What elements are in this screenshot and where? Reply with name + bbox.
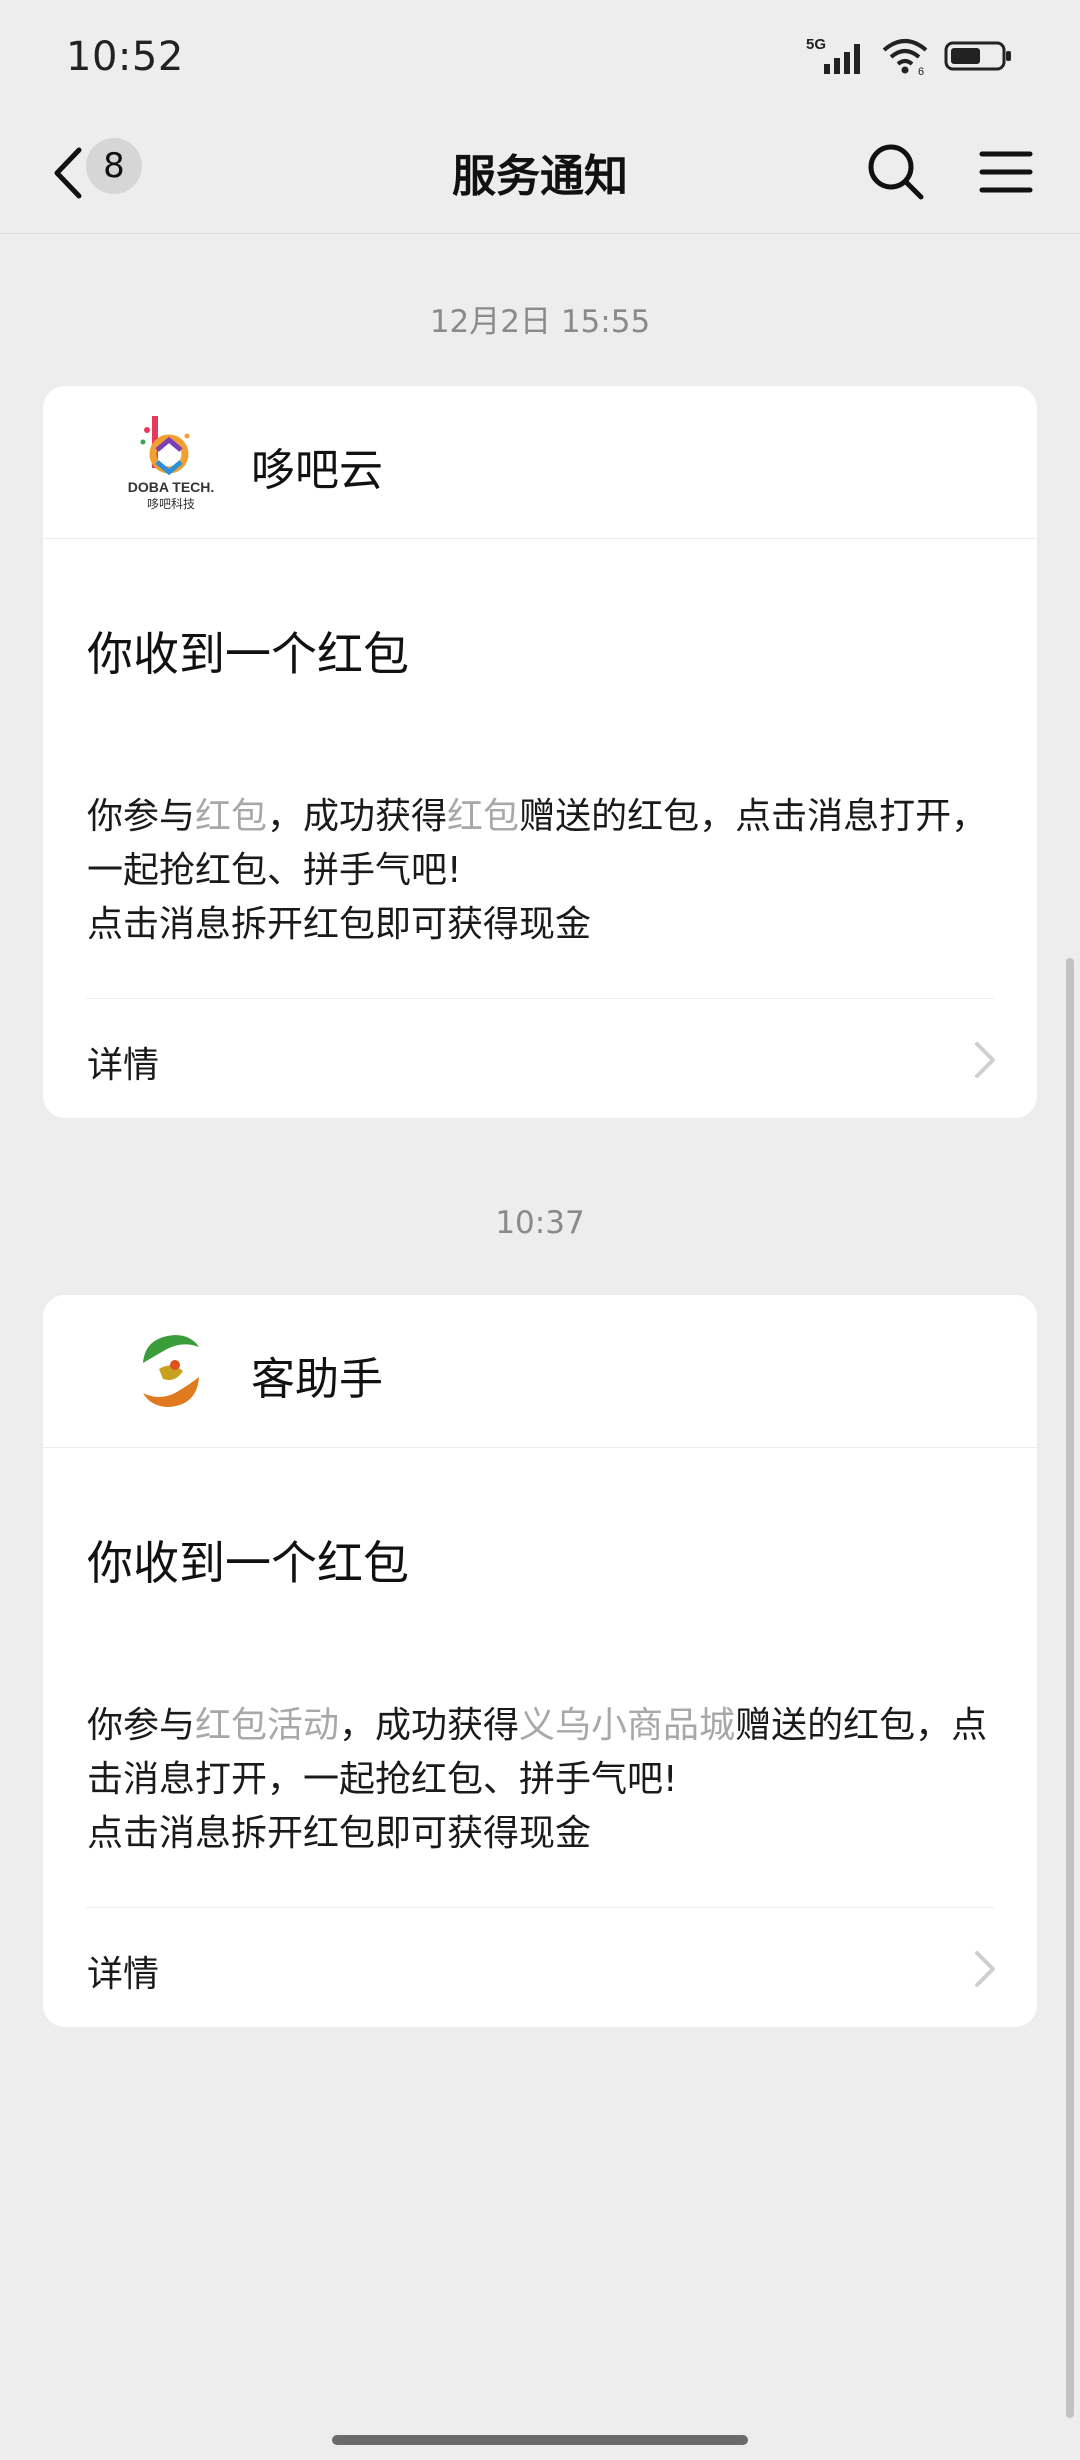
logo-text-en: DOBA TECH. (128, 479, 215, 495)
card-header[interactable]: DOBA TECH. 哆吧科技 哆吧云 (43, 386, 1037, 539)
scrollbar[interactable] (1066, 958, 1074, 2418)
card-header[interactable]: 客助手 (43, 1295, 1037, 1448)
menu-button[interactable] (976, 142, 1036, 202)
details-link[interactable]: 详情 (87, 1945, 159, 1997)
message-timestamp: 12月2日 15:55 (429, 304, 651, 340)
home-indicator[interactable] (332, 2435, 748, 2445)
message-card[interactable]: DOBA TECH. 哆吧科技 哆吧云 你收到一个红包 你参与红包，成功获得红包… (43, 386, 1037, 1118)
message-card[interactable]: 客助手 你收到一个红包 你参与红包活动，成功获得义乌小商品城赠送的红包，点击消息… (43, 1295, 1037, 2027)
battery-icon (944, 41, 1011, 71)
card-divider (86, 998, 994, 999)
wifi-icon: 6 (882, 39, 928, 76)
body-text: ，成功获得 (339, 1705, 520, 1746)
message-body: 你参与红包活动，成功获得义乌小商品城赠送的红包，点击消息打开，一起抢红包、拼手气… (87, 1699, 993, 1861)
activity-name: 红包 (195, 796, 268, 837)
merchant-name: 红包 (447, 796, 520, 837)
activity-name: 红包活动 (195, 1705, 340, 1746)
body-text: 你参与 (87, 796, 196, 837)
message-body: 你参与红包，成功获得红包赠送的红包，点击消息打开，一起抢红包、拼手气吧! 点击消… (87, 790, 993, 952)
sender-name: 哆吧云 (251, 445, 383, 496)
search-icon (868, 144, 924, 200)
sender-name: 客助手 (251, 1354, 383, 1405)
status-time: 10:52 (66, 34, 184, 80)
message-title: 你收到一个红包 (87, 627, 409, 681)
doba-logo: DOBA TECH. 哆吧科技 (119, 410, 223, 514)
nav-bar: 8 服务通知 (0, 110, 1080, 234)
nav-divider (0, 233, 1080, 234)
message-timestamp: 10:37 (495, 1205, 585, 1241)
cellular-signal-icon: 5G (806, 36, 860, 74)
body-text-line2: 点击消息拆开红包即可获得现金 (87, 904, 592, 945)
message-title: 你收到一个红包 (87, 1536, 409, 1590)
body-text-line2: 点击消息拆开红包即可获得现金 (87, 1813, 592, 1854)
status-bar: 10:52 5G 6 (0, 0, 1080, 110)
body-text: 你参与 (87, 1705, 196, 1746)
details-link[interactable]: 详情 (87, 1036, 159, 1088)
merchant-name: 义乌小商品城 (519, 1705, 736, 1746)
card-divider (86, 1907, 994, 1908)
kezhushou-logo-icon (143, 1335, 199, 1407)
network-type-label: 5G (806, 36, 826, 53)
status-icons: 5G 6 (806, 36, 1014, 76)
doba-logo-icon: DOBA TECH. 哆吧科技 (128, 416, 215, 511)
logo-text-cn: 哆吧科技 (147, 497, 195, 511)
search-button[interactable] (866, 142, 926, 202)
svg-text:6: 6 (918, 66, 924, 76)
menu-icon (979, 151, 1033, 193)
chevron-right-icon (975, 1042, 995, 1078)
body-text: ，成功获得 (267, 796, 448, 837)
chevron-right-icon (975, 1951, 995, 1987)
kezhushou-logo (119, 1319, 223, 1423)
